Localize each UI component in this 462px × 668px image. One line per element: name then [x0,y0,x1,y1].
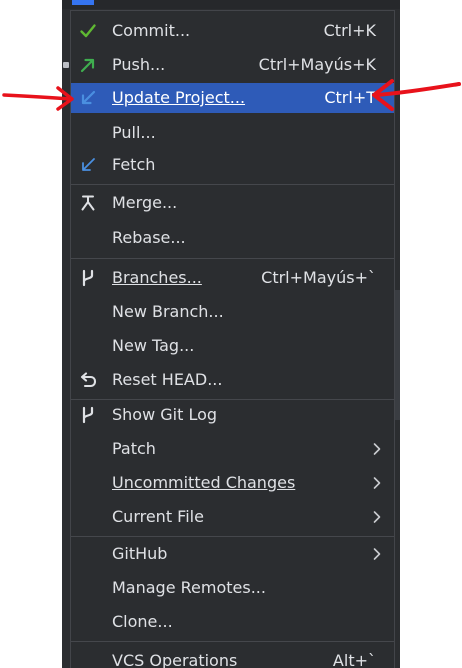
chevron-right-icon [370,440,384,458]
menu-item-shortcut: Alt+` [332,651,376,668]
fetch-arrow-icon [79,156,97,174]
menu-item-pull[interactable]: Pull... [71,118,394,148]
menu-item-label: Current File [112,507,204,526]
update-arrow-icon [79,89,97,107]
menu-item-label: New Tag... [112,336,195,355]
menu-separator [71,536,394,537]
annotation-arrow-left [2,86,74,111]
menu-item-shortcut: Ctrl+Mayús+` [261,268,376,287]
menu-item-clone[interactable]: Clone... [71,607,394,637]
menu-item-new-tag[interactable]: New Tag... [71,331,394,361]
menu-item-label: Uncommitted Changes [112,473,296,492]
menu-item-label: Show Git Log [112,405,218,424]
menu-separator [71,641,394,642]
branch-icon [79,269,97,287]
menu-item-label: Fetch [112,155,156,174]
annotation-arrow-right [372,79,461,111]
check-icon [79,22,97,40]
git-context-menu: Commit... Ctrl+K Push... Ctrl+Mayús+K Up… [70,10,395,668]
menu-item-label: Patch [112,439,156,458]
menu-item-rebase[interactable]: Rebase... [71,223,394,253]
menu-item-label: VCS Operations [112,651,238,668]
menu-item-uncommitted-changes[interactable]: Uncommitted Changes [71,468,394,498]
chevron-right-icon [370,474,384,492]
reset-icon [79,371,97,389]
menu-item-label: Clone... [112,612,173,631]
push-arrow-icon [79,56,97,74]
menu-separator [71,258,394,259]
git-log-icon [79,406,97,424]
menu-item-label: GitHub [112,544,168,563]
ide-gutter-marker [63,62,69,68]
menu-item-push[interactable]: Push... Ctrl+Mayús+K [71,50,394,80]
menu-item-shortcut: Ctrl+K [323,21,376,40]
merge-icon [79,194,97,212]
menu-item-vcs-operations[interactable]: VCS Operations Alt+` [71,646,394,668]
menu-item-label: Pull... [112,123,156,142]
ide-editor-edge [395,290,400,420]
ide-top-strip [62,0,400,9]
menu-item-commit[interactable]: Commit... Ctrl+K [71,16,394,46]
menu-item-patch[interactable]: Patch [71,434,394,464]
menu-item-merge[interactable]: Merge... [71,188,394,218]
ide-tab-accent [72,0,94,5]
menu-item-current-file[interactable]: Current File [71,502,394,532]
chevron-right-icon [370,508,384,526]
menu-item-label: Reset HEAD... [112,370,223,389]
menu-item-label: Rebase... [112,228,186,247]
menu-item-label: Merge... [112,193,178,212]
menu-item-branches[interactable]: Branches... Ctrl+Mayús+` [71,263,394,293]
menu-item-label: Update Project... [112,88,246,107]
menu-item-update-project[interactable]: Update Project... Ctrl+T [71,83,394,113]
menu-item-reset-head[interactable]: Reset HEAD... [71,365,394,395]
menu-item-label: Commit... [112,21,191,40]
menu-separator [71,184,394,185]
screenshot-stage: Commit... Ctrl+K Push... Ctrl+Mayús+K Up… [0,0,462,668]
menu-item-fetch[interactable]: Fetch [71,150,394,180]
menu-item-shortcut: Ctrl+Mayús+K [258,55,376,74]
menu-item-show-git-log[interactable]: Show Git Log [71,400,394,430]
chevron-right-icon [370,545,384,563]
menu-item-new-branch[interactable]: New Branch... [71,297,394,327]
menu-item-label: Branches... [112,268,202,287]
menu-item-label: New Branch... [112,302,224,321]
menu-item-label: Push... [112,55,166,74]
menu-item-label: Manage Remotes... [112,578,266,597]
menu-item-github[interactable]: GitHub [71,539,394,569]
menu-item-manage-remotes[interactable]: Manage Remotes... [71,573,394,603]
